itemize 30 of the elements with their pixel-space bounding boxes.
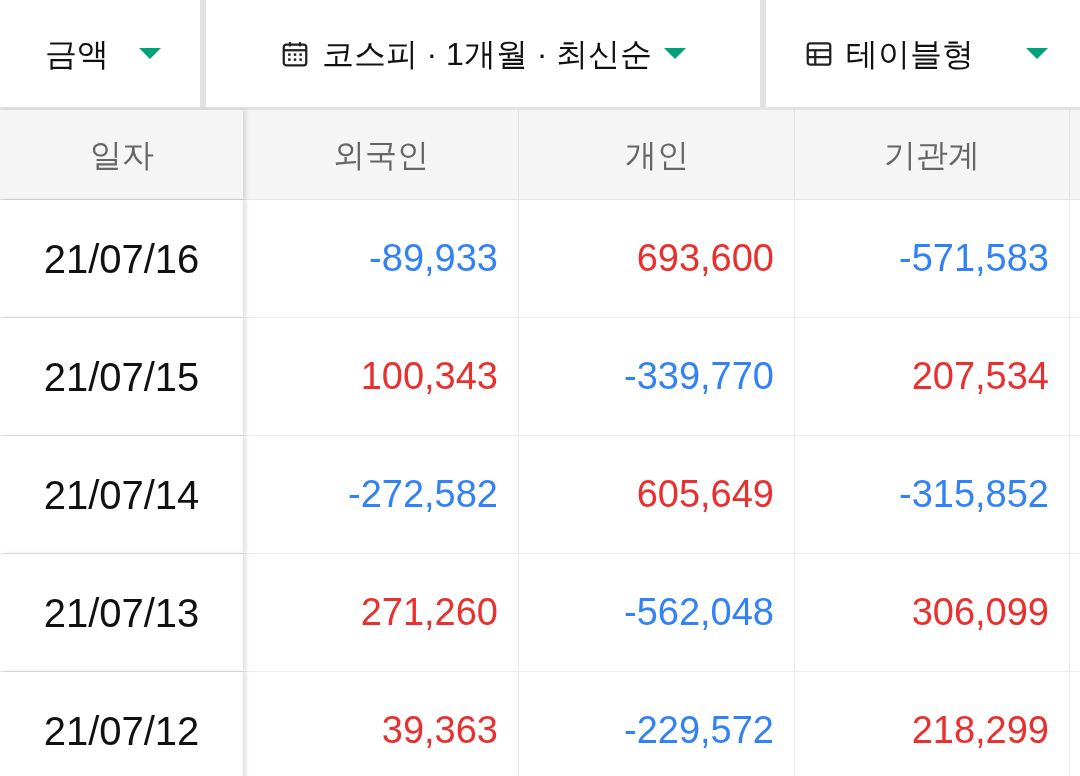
table-cell: 39,363	[243, 672, 519, 776]
table-cell: -562,048	[519, 554, 795, 671]
caret-icon	[139, 47, 161, 60]
date-cell: 21/07/14	[0, 436, 243, 553]
table-cell: -571,583	[795, 200, 1070, 317]
caret-icon	[1026, 47, 1048, 60]
table-cell: 693,600	[519, 200, 795, 317]
filter-dropdown[interactable]: 코스피 · 1개월 · 최신순	[206, 0, 760, 107]
table-cell: -315,852	[795, 436, 1070, 553]
date-cell: 21/07/16	[0, 200, 243, 317]
table-cell: 306,099	[795, 554, 1070, 671]
column-header: 기관계	[795, 110, 1070, 199]
caret-icon	[664, 47, 687, 60]
table-cell: 271,260	[243, 554, 519, 671]
date-cell: 21/07/15	[0, 318, 243, 435]
table-cell: 207,534	[795, 318, 1070, 435]
table-cell: -339,770	[519, 318, 795, 435]
table-cell: 218,299	[795, 672, 1070, 776]
column-header: 일자	[0, 110, 243, 199]
date-cell: 21/07/13	[0, 554, 243, 671]
column-header: 외국인	[243, 110, 519, 199]
date-cell: 21/07/12	[0, 672, 243, 776]
table-cell: 605,649	[519, 436, 795, 553]
filter-dropdown[interactable]: 금액	[0, 0, 200, 107]
table-cell: -89,933	[243, 200, 519, 317]
filter-dropdown[interactable]: 테이블형	[766, 0, 1080, 107]
table-cell: -229,572	[519, 672, 795, 776]
column-header: 개인	[519, 110, 795, 199]
table-cell: -272,582	[243, 436, 519, 553]
table-cell: 100,343	[243, 318, 519, 435]
